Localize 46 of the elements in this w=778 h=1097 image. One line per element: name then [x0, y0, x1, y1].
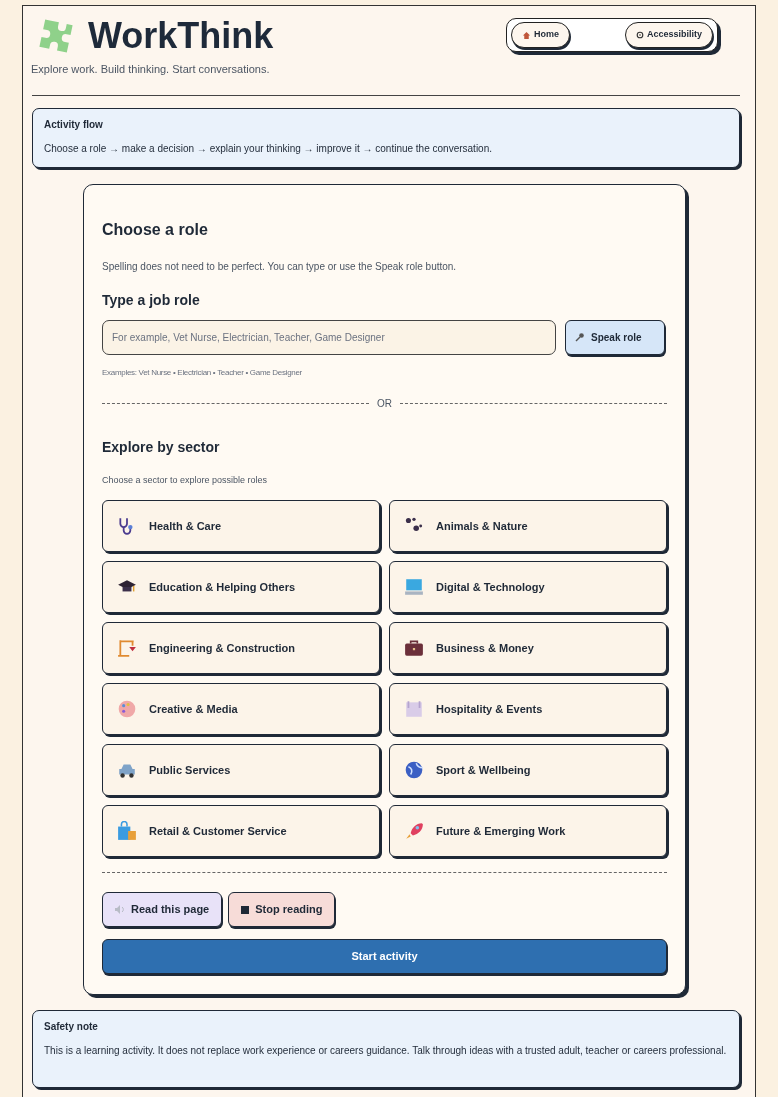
panel-title: Safety note: [44, 1019, 99, 1034]
speaker-icon: [115, 905, 125, 914]
start-activity-button[interactable]: Start activity: [102, 939, 667, 974]
tablecloth-icon: [404, 699, 424, 719]
sector-button[interactable]: Health & Care: [102, 500, 380, 552]
sector-button[interactable]: Creative & Media: [102, 683, 380, 735]
tagline: Explore work. Build thinking. Start conversations.: [31, 62, 271, 77]
hint-text: Choose a sector to explore possible roles: [102, 473, 269, 487]
stop-reading-button[interactable]: Stop reading: [228, 892, 336, 927]
laptop-icon: [404, 577, 424, 597]
divider-label: OR: [377, 396, 392, 411]
sector-button[interactable]: Public Services: [102, 744, 380, 796]
rocket-icon: [404, 821, 424, 841]
house-icon: [522, 30, 531, 40]
panel-text: This is a learning activity. It does not replace work experience or careers guidance. Talk through ideas with a trusted adult, teacher or careers professional.: [44, 1043, 728, 1058]
job-role-field[interactable]: For example, Vet Nurse, Electrician, Teacher, Game Designer: [102, 319, 556, 355]
sector-button[interactable]: Education & Helping Others: [102, 561, 380, 613]
globe-icon: [404, 760, 424, 780]
crane-icon: [117, 638, 137, 658]
microphone-icon: [575, 332, 585, 342]
panel-title: Activity flow: [44, 117, 104, 132]
examples-text: Examples: Vet Nurse • Electrician • Teacher • Game Designer: [102, 366, 303, 379]
intro-text: Spelling does not need to be perfect. You can type or use the Speak role button.: [102, 259, 458, 274]
panel-text: Choose a role → make a decision → explain your thinking → improve it → continue the conversation.: [44, 141, 493, 156]
gear-icon: [635, 31, 644, 39]
accessibility-button[interactable]: Accessibility: [624, 22, 713, 48]
sector-button[interactable]: Sport & Wellbeing: [389, 744, 667, 796]
sector-button[interactable]: Retail & Customer Service: [102, 805, 380, 857]
sector-button[interactable]: Engineering & Construction: [102, 622, 380, 674]
section-heading: Type a job role: [102, 290, 201, 310]
section-heading: Choose a role: [102, 219, 209, 240]
speak-role-button[interactable]: Speak role: [565, 319, 665, 355]
shopping-bag-icon: [117, 821, 137, 841]
section-heading: Explore by sector: [102, 437, 221, 457]
puzzle-piece-icon: [38, 18, 74, 54]
sector-button[interactable]: Future & Emerging Work: [389, 805, 667, 857]
sector-button[interactable]: Business & Money: [389, 622, 667, 674]
read-page-button[interactable]: Read this page: [102, 892, 223, 927]
sector-button[interactable]: Animals & Nature: [389, 500, 667, 552]
sector-button[interactable]: Digital & Technology: [389, 561, 667, 613]
home-button[interactable]: Home: [511, 22, 570, 48]
palette-icon: [117, 699, 137, 719]
stop-icon: [241, 905, 250, 914]
site-title: WorkThink: [88, 14, 274, 58]
briefcase-icon: [404, 638, 424, 658]
sector-button[interactable]: Hospitality & Events: [389, 683, 667, 735]
